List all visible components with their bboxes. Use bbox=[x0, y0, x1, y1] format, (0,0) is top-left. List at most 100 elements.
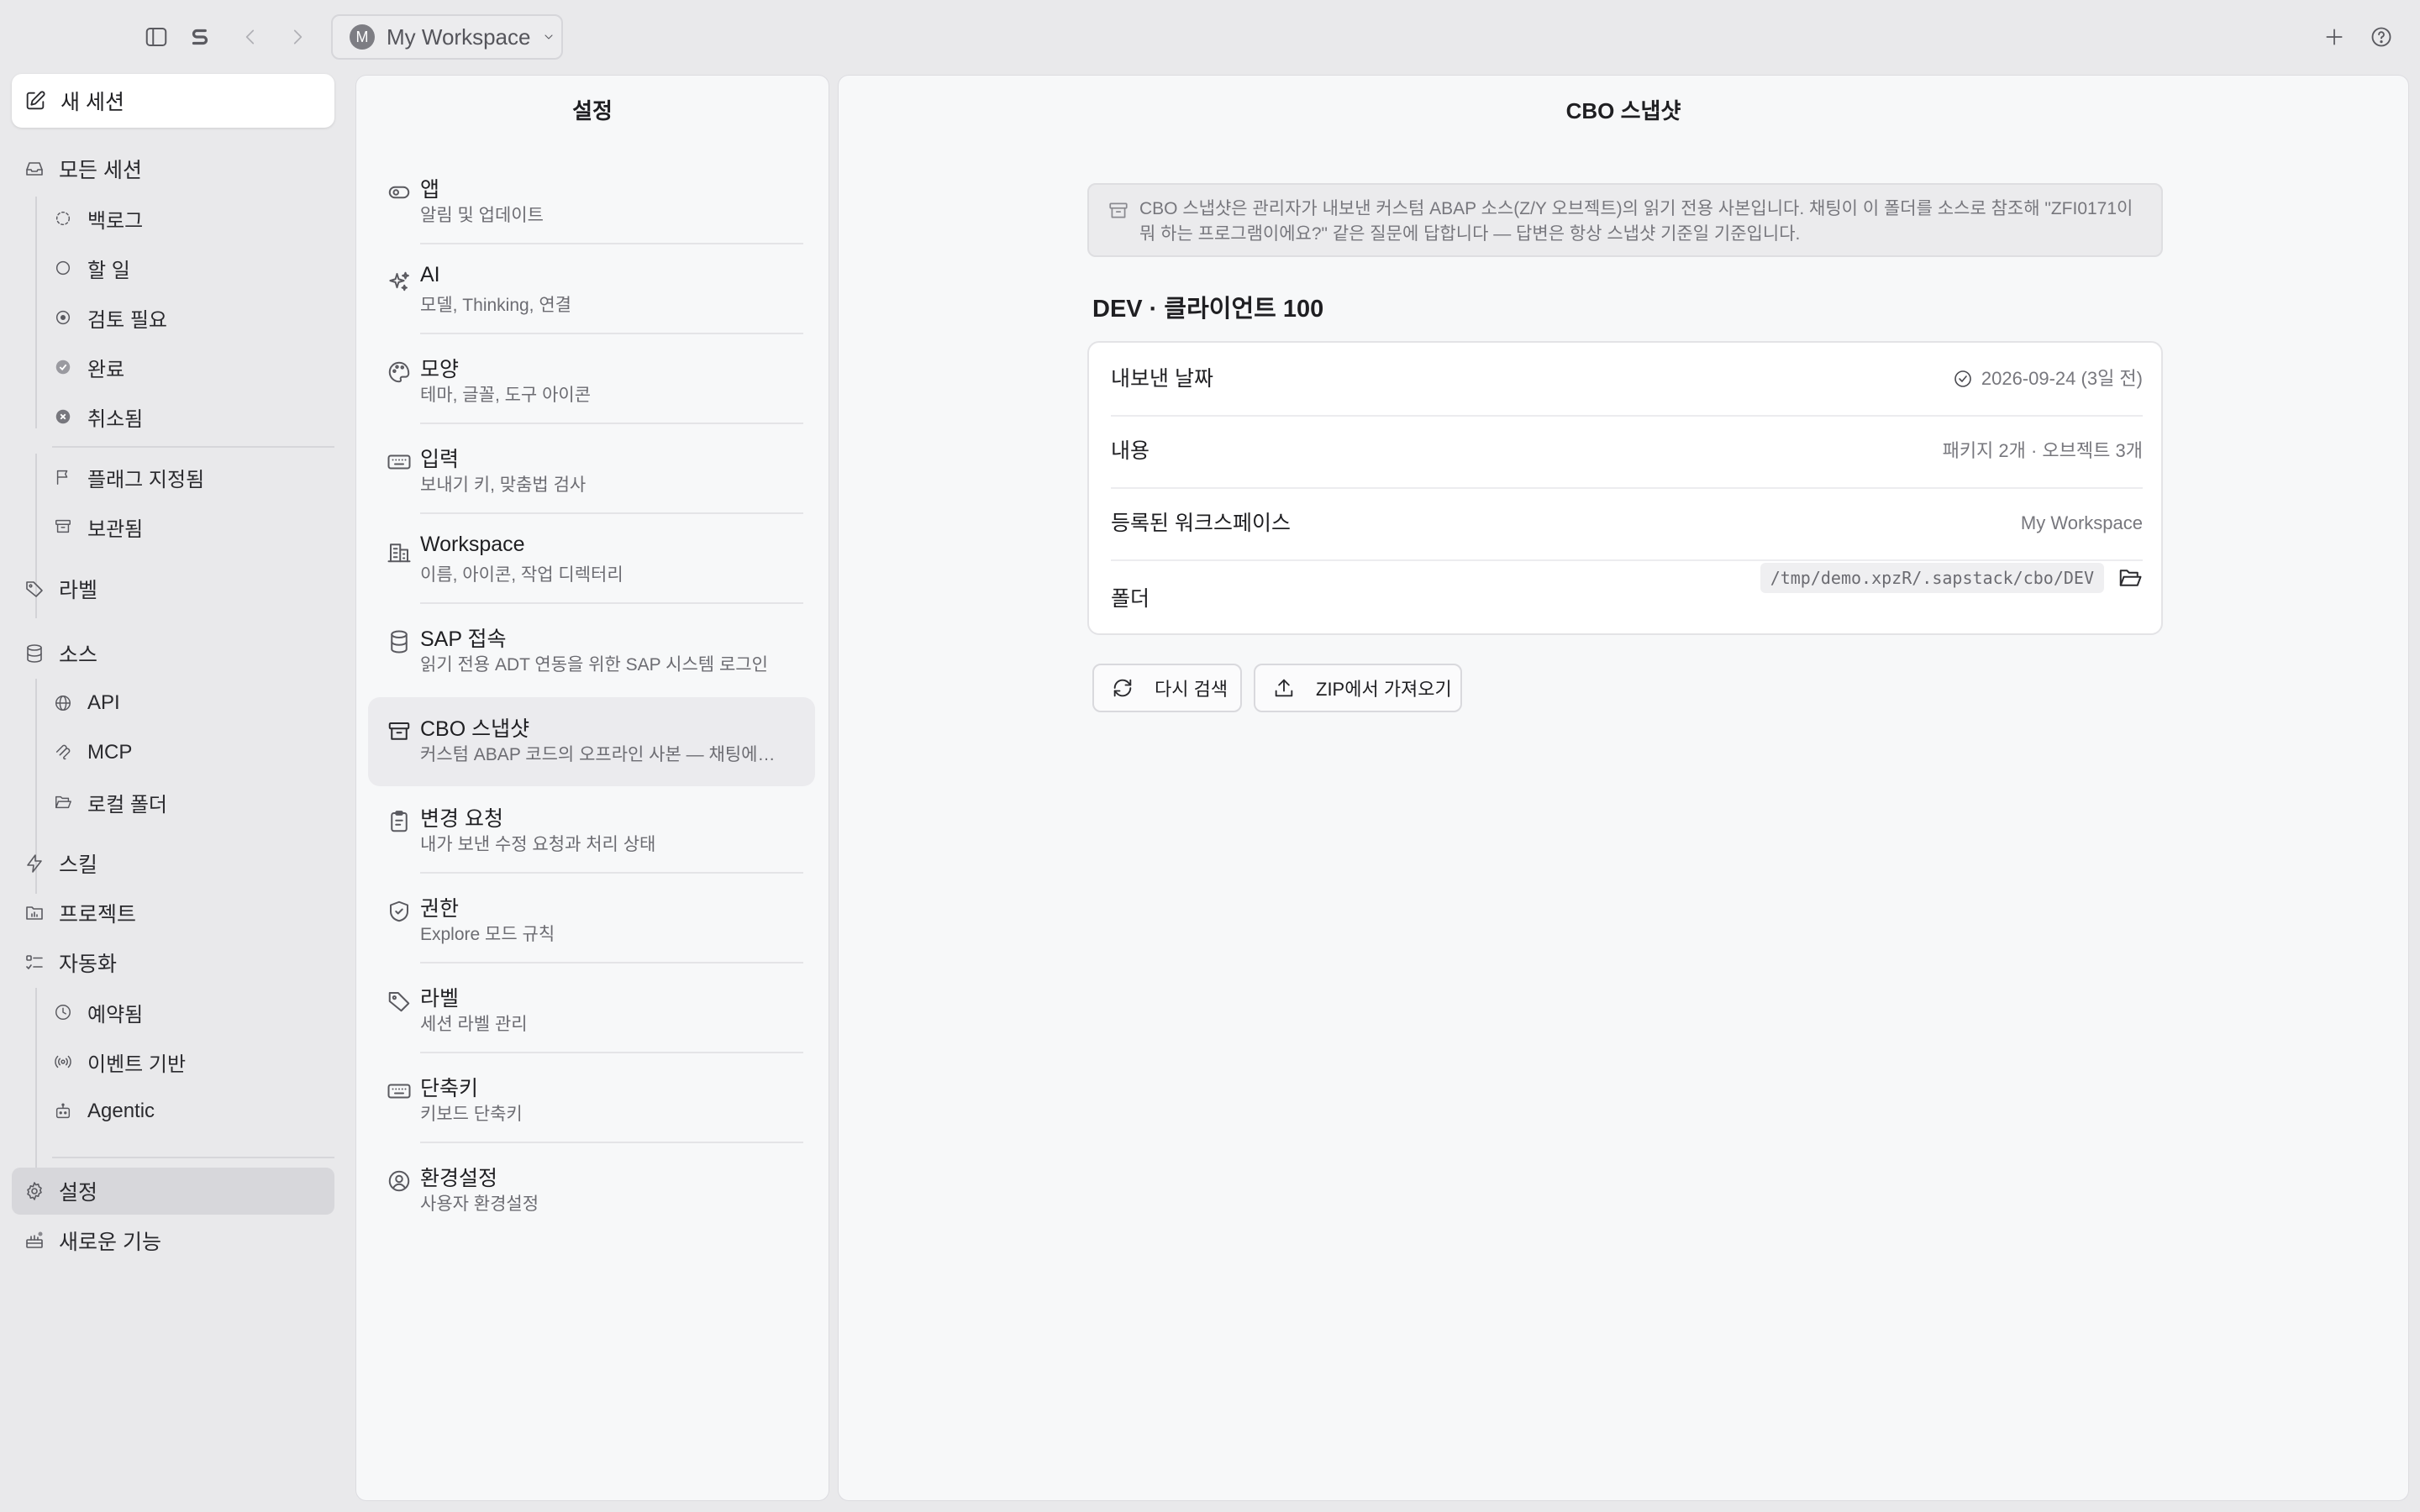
tree-line bbox=[35, 197, 37, 428]
sparkles-icon bbox=[387, 270, 412, 295]
settings-item-desc: 사용자 환경설정 bbox=[420, 1194, 539, 1214]
settings-item-workspace[interactable]: Workspace 이름, 아이콘, 작업 디렉터리 bbox=[368, 517, 815, 606]
forward-icon[interactable] bbox=[281, 20, 314, 54]
settings-item-desc: 이름, 아이콘, 작업 디렉터리 bbox=[420, 565, 623, 585]
nav-event-based[interactable]: 이벤트 기반 bbox=[52, 1041, 186, 1083]
user-circle-icon bbox=[387, 1168, 412, 1194]
settings-item-label: 모양 bbox=[420, 358, 460, 381]
settings-item-shortcuts[interactable]: 단축키 키보드 단축키 bbox=[368, 1057, 815, 1146]
folder-chart-icon bbox=[24, 902, 45, 924]
nav-done[interactable]: 완료 bbox=[52, 346, 124, 388]
nav-backlog[interactable]: 백로그 bbox=[52, 197, 143, 239]
nav-whats-new[interactable]: 새로운 기능 bbox=[24, 1220, 161, 1262]
mcp-icon bbox=[52, 742, 74, 764]
registered-workspace-label: 등록된 워크스페이스 bbox=[1111, 512, 1291, 535]
dot-circle-icon bbox=[52, 307, 74, 328]
page-title: CBO 스냅샷 bbox=[1565, 98, 1681, 123]
keyboard-icon bbox=[387, 1079, 412, 1104]
settings-item-desc: 읽기 전용 ADT 연동을 위한 SAP 시스템 로그인 bbox=[420, 655, 768, 675]
nav-projects-label: 프로젝트 bbox=[59, 903, 137, 927]
zap-icon bbox=[24, 853, 45, 874]
settings-item-input[interactable]: 입력 보내기 키, 맞춤법 검사 bbox=[368, 428, 815, 517]
settings-item-app[interactable]: 앱 알림 및 업데이트 bbox=[368, 158, 815, 247]
nav-local-folder-label: 로컬 폴더 bbox=[87, 793, 167, 816]
contents-value: 패키지 2개 · 오브젝트 3개 bbox=[1942, 440, 2143, 461]
nav-all-sessions[interactable]: 모든 세션 bbox=[24, 148, 142, 190]
nav-labels[interactable]: 라벨 bbox=[24, 568, 97, 610]
settings-item-labels[interactable]: 라벨 세션 라벨 관리 bbox=[368, 967, 815, 1056]
settings-item-change-requests[interactable]: 변경 요청 내가 보낸 수정 요청과 처리 상태 bbox=[368, 787, 815, 876]
nav-agentic[interactable]: Agentic bbox=[52, 1090, 155, 1132]
app-logo-icon[interactable] bbox=[183, 20, 217, 54]
nav-settings[interactable]: 설정 bbox=[24, 1170, 97, 1212]
database-icon bbox=[387, 629, 412, 654]
settings-item-cbo-snapshot[interactable]: CBO 스냅샷 커스텀 ABAP 코드의 오프라인 사본 — 채팅에서 ... bbox=[368, 697, 815, 786]
divider bbox=[52, 446, 334, 448]
x-circle-icon bbox=[52, 406, 74, 428]
nav-todo-label: 할 일 bbox=[87, 259, 130, 282]
settings-item-label: CBO 스냅샷 bbox=[420, 717, 530, 741]
nav-automation[interactable]: 자동화 bbox=[24, 942, 117, 984]
settings-panel-title: 설정 bbox=[572, 98, 613, 123]
settings-item-ai[interactable]: AI 모델, Thinking, 연결 bbox=[368, 248, 815, 337]
shield-icon bbox=[387, 899, 412, 924]
settings-item-desc: 세션 라벨 관리 bbox=[420, 1015, 528, 1034]
import-zip-button[interactable]: ZIP에서 가져오기 bbox=[1254, 664, 1462, 712]
upload-icon bbox=[1272, 676, 1296, 700]
rescan-button[interactable]: 다시 검색 bbox=[1092, 664, 1242, 712]
settings-item-label: 권한 bbox=[420, 897, 460, 921]
nav-skills-label: 스킬 bbox=[59, 853, 98, 877]
folder-open-icon bbox=[52, 791, 74, 813]
nav-todo[interactable]: 할 일 bbox=[52, 247, 130, 289]
workspace-name: My Workspace bbox=[387, 24, 531, 50]
nav-flagged-label: 플래그 지정됨 bbox=[87, 468, 205, 491]
settings-item-preferences[interactable]: 환경설정 사용자 환경설정 bbox=[368, 1147, 815, 1236]
divider bbox=[420, 962, 803, 963]
nav-mcp[interactable]: MCP bbox=[52, 732, 132, 774]
settings-item-desc: 모델, Thinking, 연결 bbox=[420, 296, 571, 315]
nav-agentic-label: Agentic bbox=[87, 1100, 155, 1122]
nav-labels-label: 라벨 bbox=[59, 579, 98, 602]
inbox-icon bbox=[24, 158, 45, 180]
nav-scheduled[interactable]: 예약됨 bbox=[52, 991, 143, 1033]
nav-local-folder[interactable]: 로컬 폴더 bbox=[52, 781, 167, 823]
settings-item-desc: 보내기 키, 맞춤법 검사 bbox=[420, 475, 587, 495]
gift-icon bbox=[24, 1230, 45, 1252]
export-date-label: 내보낸 날짜 bbox=[1111, 367, 1213, 391]
nav-needs-review[interactable]: 검토 필요 bbox=[52, 297, 167, 339]
dashed-circle-icon bbox=[52, 207, 74, 229]
settings-item-label: Workspace bbox=[420, 533, 525, 556]
nav-whats-new-label: 새로운 기능 bbox=[59, 1231, 161, 1254]
back-icon[interactable] bbox=[234, 20, 267, 54]
nav-api[interactable]: API bbox=[52, 682, 120, 724]
nav-projects[interactable]: 프로젝트 bbox=[24, 892, 136, 934]
nav-backlog-label: 백로그 bbox=[87, 209, 144, 233]
environment-heading: DEV · 클라이언트 100 bbox=[1092, 296, 1324, 323]
workspace-switcher[interactable]: M My Workspace bbox=[331, 14, 563, 60]
nav-skills[interactable]: 스킬 bbox=[24, 843, 97, 885]
divider bbox=[420, 602, 803, 604]
folder-path: /tmp/demo.xpzR/.sapstack/cbo/DEV bbox=[1760, 563, 2104, 593]
settings-item-permissions[interactable]: 권한 Explore 모드 규칙 bbox=[368, 877, 815, 966]
registered-workspace-value: My Workspace bbox=[2020, 512, 2143, 533]
divider bbox=[420, 333, 803, 334]
new-session-button[interactable]: 새 세션 bbox=[12, 74, 334, 128]
nav-archived[interactable]: 보관됨 bbox=[52, 506, 143, 548]
nav-flagged[interactable]: 플래그 지정됨 bbox=[52, 456, 204, 498]
nav-cancelled-label: 취소됨 bbox=[87, 407, 144, 431]
divider bbox=[420, 1142, 803, 1143]
edit-icon bbox=[24, 89, 47, 113]
folder-open-icon[interactable] bbox=[2118, 565, 2143, 591]
settings-item-desc: Explore 모드 규칙 bbox=[420, 925, 555, 944]
help-icon[interactable] bbox=[2365, 20, 2398, 54]
settings-item-sap-connection[interactable]: SAP 접속 읽기 전용 ADT 연동을 위한 SAP 시스템 로그인 bbox=[368, 607, 815, 696]
sidebar-toggle-icon[interactable] bbox=[139, 20, 173, 54]
settings-item-label: SAP 접속 bbox=[420, 627, 507, 651]
plus-icon[interactable] bbox=[2317, 20, 2351, 54]
archive-icon bbox=[387, 719, 412, 744]
nav-sources[interactable]: 소스 bbox=[24, 633, 97, 675]
settings-item-desc: 테마, 글꼴, 도구 아이콘 bbox=[420, 386, 592, 405]
settings-item-appearance[interactable]: 모양 테마, 글꼴, 도구 아이콘 bbox=[368, 338, 815, 427]
nav-cancelled[interactable]: 취소됨 bbox=[52, 396, 143, 438]
palette-icon bbox=[387, 360, 412, 385]
